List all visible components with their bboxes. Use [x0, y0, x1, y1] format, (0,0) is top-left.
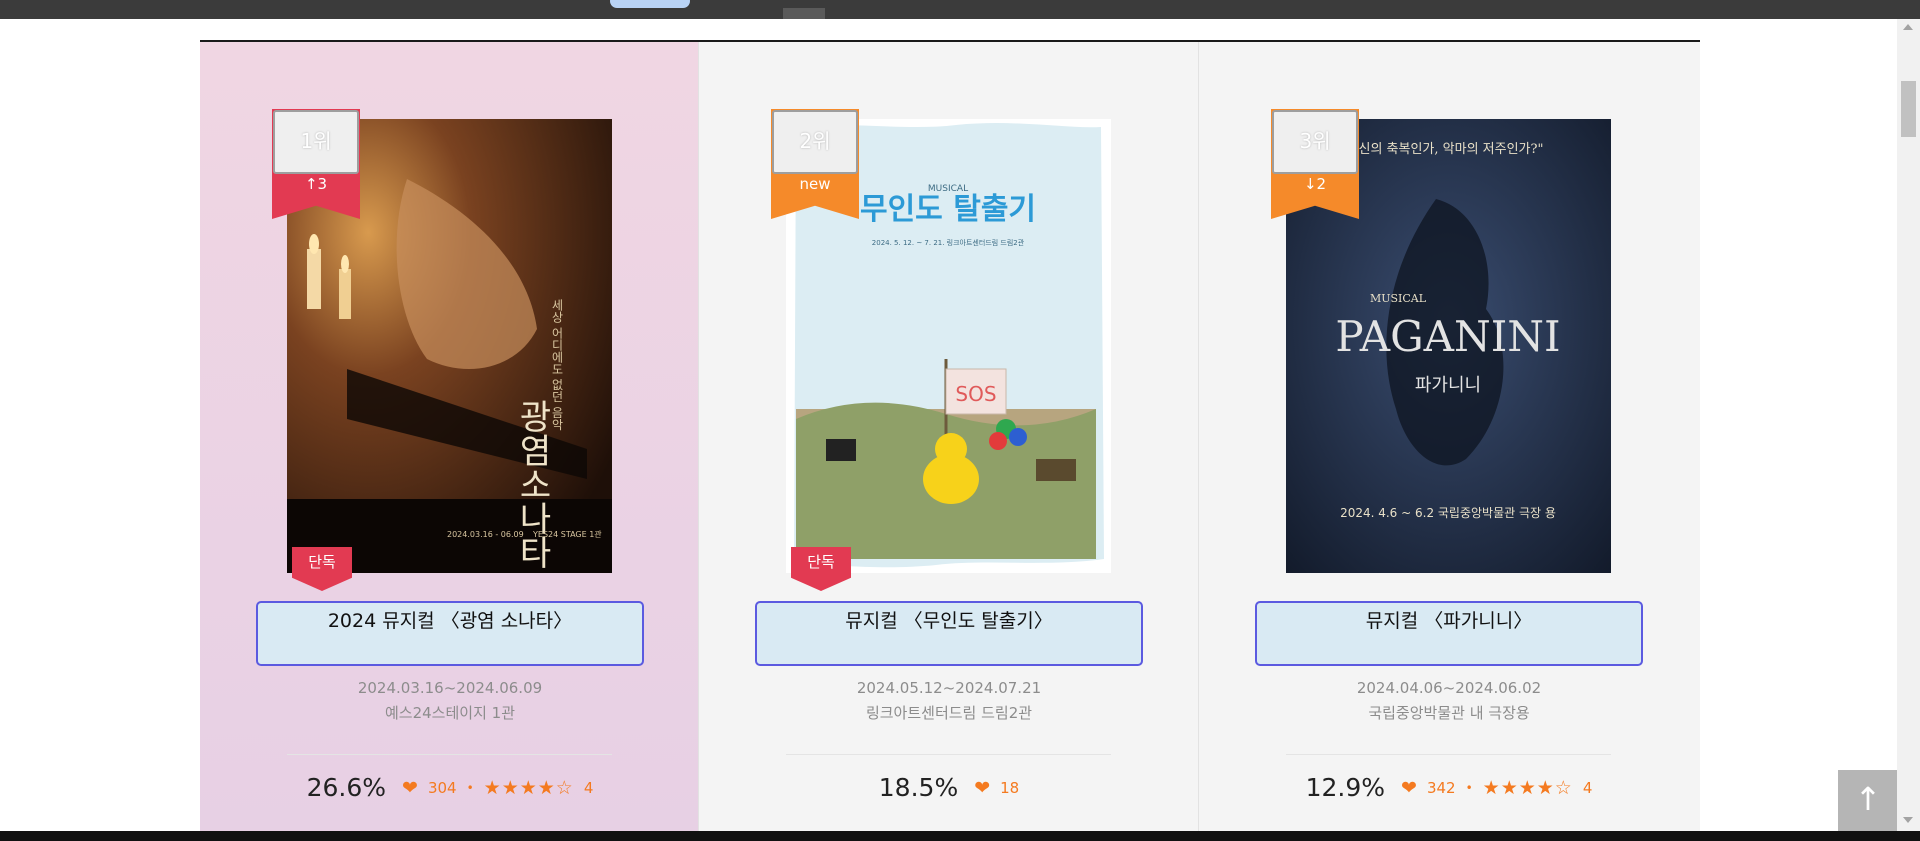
svg-text:PAGANINI: PAGANINI	[1335, 312, 1560, 361]
separator-dot: •	[466, 780, 474, 795]
svg-text:2024.03.16 - 06.09: 2024.03.16 - 06.09	[447, 530, 524, 539]
rank-badge: 1위 ↑3	[272, 109, 360, 219]
star-rating-icon: ★★★★☆	[1482, 776, 1573, 799]
rank-change: ↑3	[304, 175, 328, 193]
show-stats: 18.5% ❤ 18	[699, 773, 1198, 802]
ranking-card-2[interactable]: MUSICAL 무인도 탈출기 2024. 5. 12. ~ 7. 21. 링크…	[699, 42, 1199, 831]
show-stats: 12.9% ❤ 342 • ★★★★☆ 4	[1199, 773, 1699, 802]
rank-number: 1위	[273, 110, 359, 174]
booking-share: 18.5%	[878, 773, 959, 802]
show-dates: 2024.03.16~2024.06.09	[357, 679, 543, 697]
separator-dot: •	[1465, 780, 1473, 795]
svg-text:파가니니: 파가니니	[1415, 375, 1481, 396]
rank-number: 3위	[1272, 110, 1358, 174]
star-rating-icon: ★★★★☆	[483, 776, 574, 799]
scroll-up-arrow-icon[interactable]	[1903, 24, 1913, 30]
show-dates: 2024.05.12~2024.07.21	[856, 679, 1042, 697]
svg-text:2024. 4.6 ~ 6.2 국립중앙박물관 극장 용: 2024. 4.6 ~ 6.2 국립중앙박물관 극장 용	[1340, 506, 1556, 520]
divider	[287, 754, 612, 755]
browser-tab-pill[interactable]	[610, 0, 690, 8]
svg-text:광염소나타: 광염소나타	[512, 399, 552, 569]
heart-icon: ❤	[974, 776, 991, 799]
rating-value: 4	[583, 778, 594, 797]
ranking-list: 세상 어디에도 없던 음악 광염소나타 2024.03.16 - 06.09 Y…	[200, 40, 1700, 831]
browser-toolbar	[0, 0, 1920, 19]
rank-badge: 2위 new	[771, 109, 859, 219]
show-title[interactable]: 뮤지컬 〈무인도 탈출기〉	[755, 601, 1143, 666]
divider	[786, 754, 1111, 755]
show-venue: 예스24스테이지 1관	[385, 704, 515, 722]
show-venue: 링크아트센터드림 드림2관	[865, 704, 1033, 722]
svg-text:YES24 STAGE 1관: YES24 STAGE 1관	[532, 529, 602, 539]
heart-icon: ❤	[402, 776, 418, 799]
svg-text:"신의 축복인가, 악마의 저주인가?": "신의 축복인가, 악마의 저주인가?"	[1353, 142, 1544, 157]
svg-text:세상 어디에도 없던 음악: 세상 어디에도 없던 음악	[550, 299, 564, 431]
rank-badge: 3위 ↓2	[1271, 109, 1359, 219]
show-venue: 국립중앙박물관 내 극장용	[1368, 704, 1530, 722]
likes-count: 342	[1426, 778, 1456, 797]
page-scrollbar[interactable]	[1897, 19, 1920, 831]
heart-icon: ❤	[1401, 776, 1417, 799]
show-title[interactable]: 2024 뮤지컬 〈광염 소나타〉	[256, 601, 644, 666]
scroll-down-arrow-icon[interactable]	[1903, 817, 1913, 823]
rank-change: ↓2	[1303, 175, 1327, 193]
browser-toolbar-control[interactable]	[783, 8, 825, 19]
show-title[interactable]: 뮤지컬 〈파가니니〉	[1255, 601, 1643, 666]
svg-text:2024. 5. 12. ~ 7. 21. 링크아트센터드림: 2024. 5. 12. ~ 7. 21. 링크아트센터드림 드림2관	[872, 238, 1025, 247]
svg-text:MUSICAL: MUSICAL	[1370, 292, 1427, 305]
likes-count: 18	[1000, 778, 1020, 797]
rank-change: new	[799, 175, 831, 193]
divider	[1286, 754, 1611, 755]
likes-count: 304	[427, 778, 457, 797]
exclusive-badge: 단독	[292, 547, 352, 591]
rank-number: 2위	[772, 110, 858, 174]
ranking-card-3[interactable]: "신의 축복인가, 악마의 저주인가?" MUSICAL PAGANINI 파가…	[1199, 42, 1700, 831]
svg-text:SOS: SOS	[955, 382, 996, 406]
booking-share: 26.6%	[306, 773, 387, 802]
svg-text:무인도 탈출기: 무인도 탈출기	[860, 192, 1036, 227]
taskbar-edge	[0, 831, 1920, 841]
exclusive-badge: 단독	[791, 547, 851, 591]
arrow-up-icon: ↑	[1854, 780, 1882, 818]
show-stats: 26.6% ❤ 304 • ★★★★☆ 4	[200, 773, 698, 802]
booking-share: 12.9%	[1305, 773, 1386, 802]
scroll-to-top-button[interactable]: ↑	[1838, 770, 1898, 831]
show-dates: 2024.04.06~2024.06.02	[1356, 679, 1542, 697]
scrollbar-thumb[interactable]	[1901, 81, 1916, 137]
ranking-card-1[interactable]: 세상 어디에도 없던 음악 광염소나타 2024.03.16 - 06.09 Y…	[200, 42, 699, 831]
rating-value: 4	[1582, 778, 1593, 797]
